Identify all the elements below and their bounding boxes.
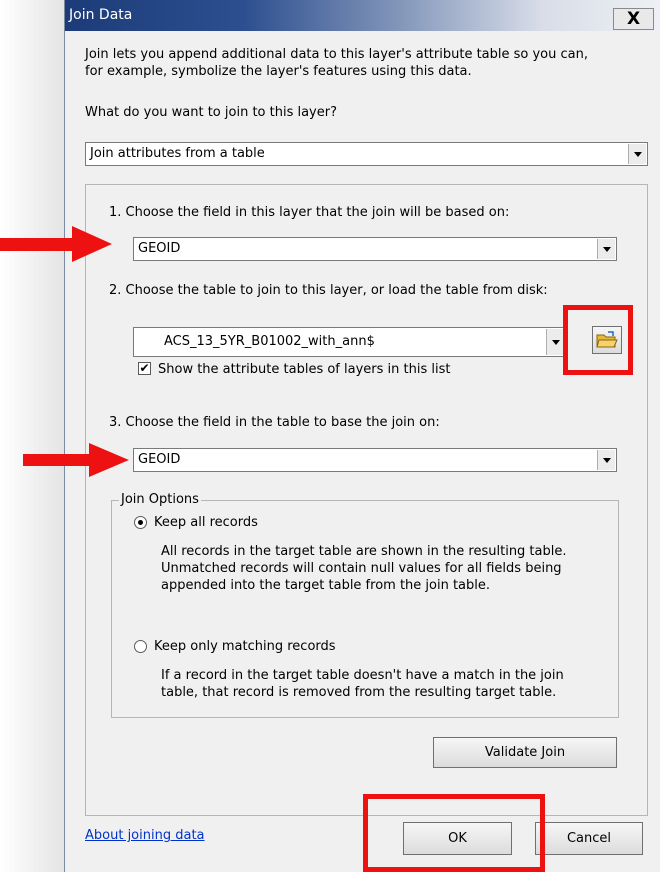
step2-label: 2. Choose the table to join to this laye… bbox=[109, 283, 548, 298]
chevron-down-icon[interactable] bbox=[628, 144, 646, 164]
join-type-question: What do you want to join to this layer? bbox=[85, 105, 337, 120]
keep-matching-radio[interactable] bbox=[134, 640, 147, 653]
arrow-pointer-icon bbox=[0, 226, 112, 262]
join-table-value: ACS_13_5YR_B01002_with_ann$ bbox=[164, 334, 375, 349]
close-icon: X bbox=[626, 9, 641, 29]
background-panel bbox=[0, 0, 64, 872]
table-field-dropdown[interactable]: GEOID bbox=[133, 448, 617, 472]
show-layers-label: Show the attribute tables of layers in t… bbox=[158, 362, 451, 377]
about-joining-data-link[interactable]: About joining data bbox=[85, 827, 205, 844]
intro-text-line2: for example, symbolize the layer's featu… bbox=[85, 64, 472, 79]
show-layers-checkbox[interactable]: ✔ bbox=[138, 362, 151, 375]
layer-field-dropdown[interactable]: GEOID bbox=[133, 237, 617, 261]
chevron-down-icon[interactable] bbox=[546, 329, 564, 355]
join-table-dropdown[interactable]: ACS_13_5YR_B01002_with_ann$ bbox=[133, 327, 566, 357]
chevron-down-icon[interactable] bbox=[597, 450, 615, 470]
join-type-dropdown[interactable]: Join attributes from a table bbox=[85, 142, 648, 166]
keep-all-radio[interactable] bbox=[134, 516, 147, 529]
table-field-value: GEOID bbox=[138, 452, 181, 467]
layer-field-value: GEOID bbox=[138, 241, 181, 256]
window-title: Join Data bbox=[69, 7, 133, 23]
keep-all-desc-line3: appended into the target table from the … bbox=[161, 578, 491, 593]
chevron-down-icon[interactable] bbox=[597, 239, 615, 259]
join-data-dialog: Join Data X Join lets you append additio… bbox=[64, 0, 660, 872]
cancel-button[interactable]: Cancel bbox=[535, 822, 643, 855]
keep-matching-desc-line1: If a record in the target table doesn't … bbox=[161, 668, 564, 683]
highlight-browse-box bbox=[563, 305, 633, 375]
step1-label: 1. Choose the field in this layer that t… bbox=[109, 205, 510, 220]
arrow-pointer-icon bbox=[23, 443, 129, 477]
validate-join-button[interactable]: Validate Join bbox=[433, 737, 617, 768]
step3-label: 3. Choose the field in the table to base… bbox=[109, 415, 440, 430]
intro-text-line1: Join lets you append additional data to … bbox=[85, 47, 588, 62]
close-button[interactable]: X bbox=[613, 8, 654, 30]
join-type-value: Join attributes from a table bbox=[90, 146, 265, 161]
join-options-legend: Join Options bbox=[119, 491, 201, 508]
keep-all-desc-line2: Unmatched records will contain null valu… bbox=[161, 561, 562, 576]
keep-all-label: Keep all records bbox=[154, 515, 258, 530]
title-bar[interactable]: Join Data X bbox=[65, 0, 660, 31]
keep-all-desc-line1: All records in the target table are show… bbox=[161, 544, 567, 559]
keep-matching-label: Keep only matching records bbox=[154, 639, 336, 654]
keep-matching-desc-line2: table, that record is removed from the r… bbox=[161, 685, 557, 700]
highlight-ok-box bbox=[363, 794, 545, 872]
